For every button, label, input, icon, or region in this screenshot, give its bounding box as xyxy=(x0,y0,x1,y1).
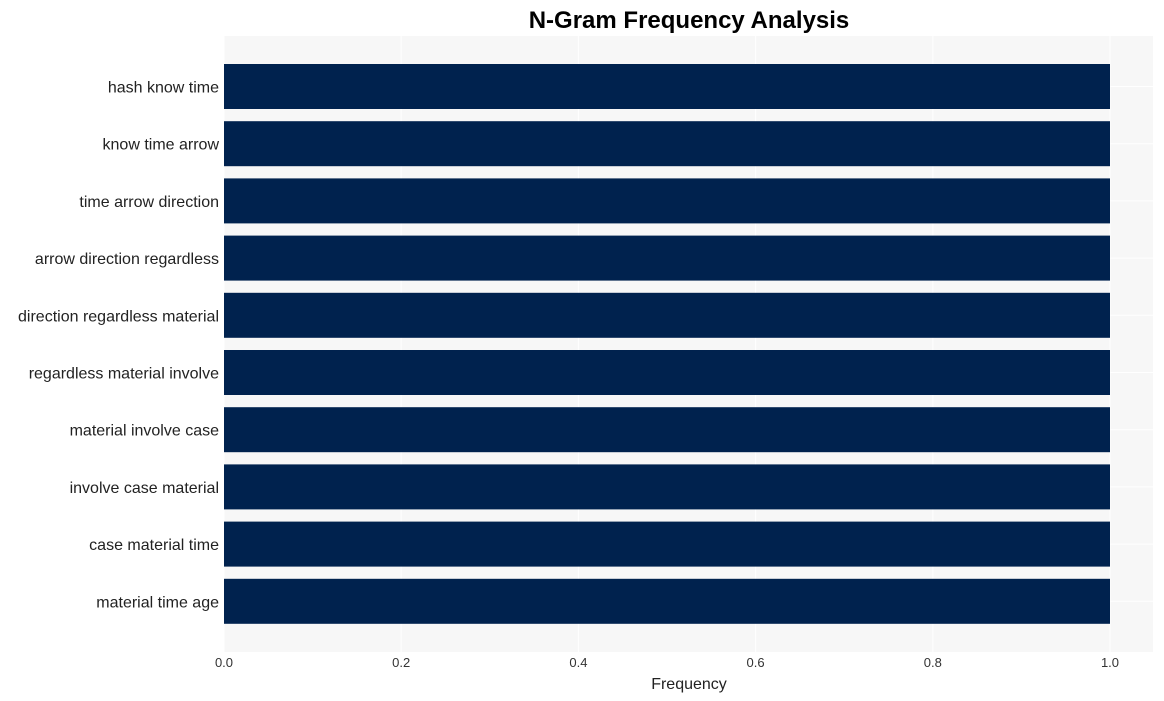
y-tick-label: time arrow direction xyxy=(79,194,219,211)
y-tick-label: material involve case xyxy=(70,423,220,440)
bar xyxy=(224,235,1110,281)
x-axis-label: Frequency xyxy=(651,676,727,693)
bar xyxy=(224,464,1110,510)
bar xyxy=(224,178,1110,224)
bar xyxy=(224,407,1110,453)
bar xyxy=(224,350,1110,395)
ngram-bar-chart: hash know time know time arrow time arrow … xyxy=(18,7,1153,693)
y-tick-label: know time arrow xyxy=(103,137,220,154)
x-tick-label: 0.4 xyxy=(569,655,587,670)
x-tick-label: 0.0 xyxy=(215,655,233,670)
x-tick-label: 1.0 xyxy=(1101,655,1119,670)
y-tick-label: involve case material xyxy=(70,480,219,497)
y-tick-label: material time age xyxy=(96,594,219,611)
y-tick-label: regardless material involve xyxy=(29,366,219,383)
y-tick-label: arrow direction regardless xyxy=(35,251,219,268)
bar xyxy=(224,292,1110,338)
y-tick-label: direction regardless material xyxy=(18,308,219,325)
bar xyxy=(224,64,1110,109)
chart-title: N-Gram Frequency Analysis xyxy=(529,7,850,34)
x-axis-ticks: 0.0 0.2 0.4 0.6 0.8 1.0 xyxy=(215,655,1119,670)
y-axis-labels: hash know time know time arrow time arrow … xyxy=(18,80,219,612)
bar xyxy=(224,578,1110,624)
bar xyxy=(224,121,1110,167)
y-tick-label: case material time xyxy=(89,537,219,554)
bar xyxy=(224,521,1110,567)
x-tick-label: 0.8 xyxy=(924,655,942,670)
y-tick-label: hash know time xyxy=(108,80,219,97)
x-tick-label: 0.6 xyxy=(747,655,765,670)
x-tick-label: 0.2 xyxy=(392,655,410,670)
